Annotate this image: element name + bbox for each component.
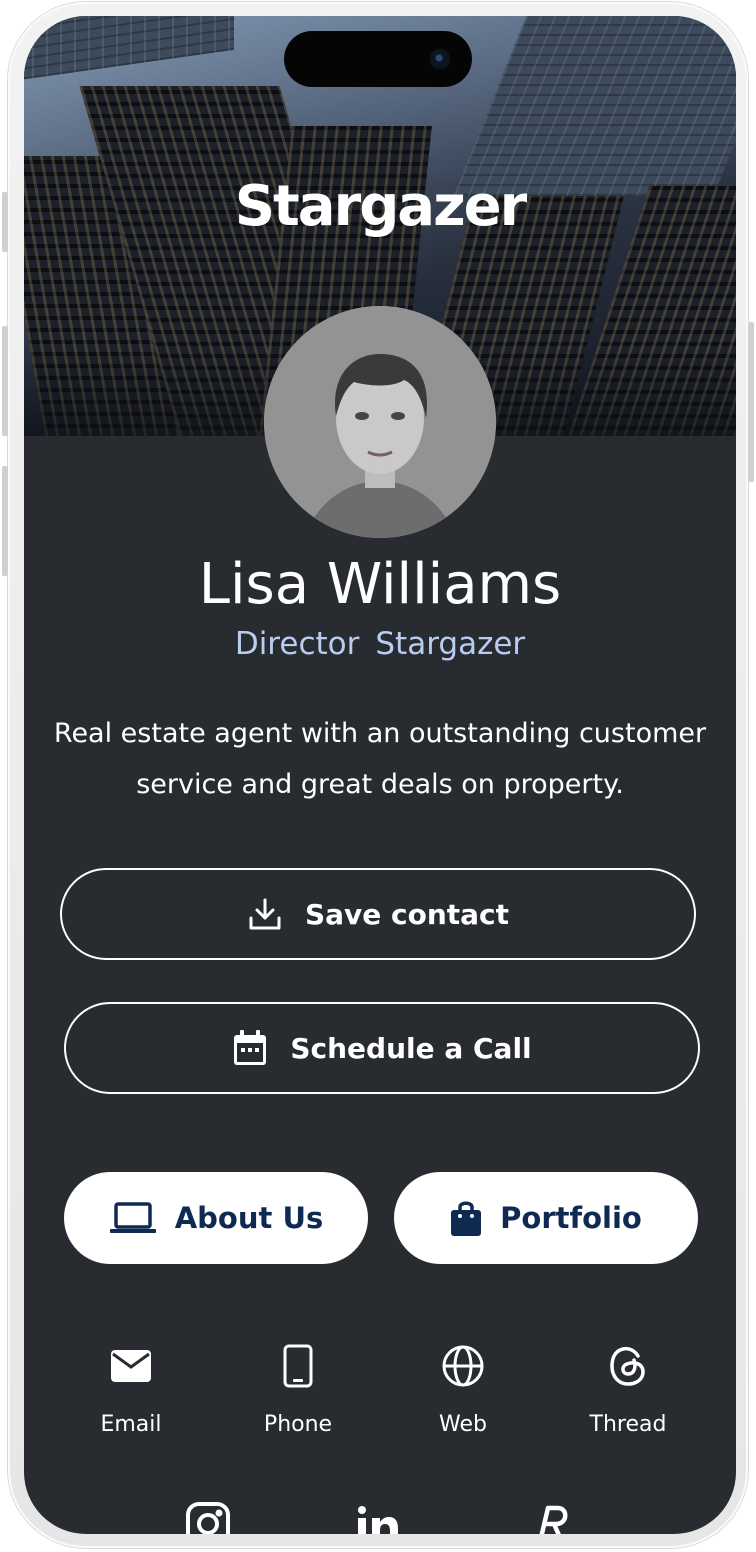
shopping-bag-icon	[450, 1199, 482, 1237]
portrait-icon	[264, 306, 496, 538]
volume-down-button	[2, 466, 8, 576]
social-web-label: Web	[439, 1412, 487, 1437]
mail-icon	[61, 1338, 201, 1394]
phone-icon	[228, 1338, 368, 1394]
profile-title: Director Stargazer	[24, 626, 736, 662]
volume-up-button	[2, 326, 8, 436]
profile-company: Stargazer	[375, 626, 526, 662]
camera-icon	[430, 49, 450, 69]
about-us-label: About Us	[174, 1201, 324, 1235]
save-contact-label: Save contact	[304, 897, 510, 931]
screen: Stargazer Lisa Williams Director Stargaze…	[24, 16, 736, 1534]
social-phone-label: Phone	[263, 1412, 333, 1437]
social-phone[interactable]: Phone	[228, 1338, 368, 1437]
social-thread-label: Thread	[589, 1412, 667, 1437]
globe-icon	[393, 1338, 533, 1394]
social-thread[interactable]: Thread	[558, 1338, 698, 1437]
threads-icon	[558, 1338, 698, 1394]
linkedin-icon[interactable]	[356, 1502, 400, 1534]
dynamic-island	[284, 31, 472, 87]
profile-bio: Real estate agent with an outstanding cu…	[53, 718, 707, 800]
social-email[interactable]: Email	[61, 1338, 201, 1437]
profile-name: Lisa Williams	[198, 552, 562, 617]
brand-logo: Stargazer	[234, 174, 528, 239]
power-button	[748, 322, 754, 482]
mute-switch	[2, 192, 8, 252]
social-web[interactable]: Web	[393, 1338, 533, 1437]
portfolio-label: Portfolio	[500, 1201, 642, 1235]
portfolio-button[interactable]: Portfolio	[394, 1172, 698, 1264]
social-email-label: Email	[100, 1412, 162, 1437]
profile-role: Director	[234, 626, 360, 662]
calendar-icon	[232, 1029, 268, 1067]
laptop-icon	[109, 1201, 157, 1235]
schedule-call-label: Schedule a Call	[290, 1031, 532, 1065]
avatar	[264, 306, 496, 538]
booking-icon[interactable]	[528, 1502, 572, 1534]
schedule-call-button[interactable]: Schedule a Call	[64, 1002, 700, 1094]
about-us-button[interactable]: About Us	[64, 1172, 368, 1264]
save-contact-button[interactable]: Save contact	[60, 868, 696, 960]
download-icon	[247, 896, 283, 932]
instagram-icon[interactable]	[186, 1502, 230, 1534]
